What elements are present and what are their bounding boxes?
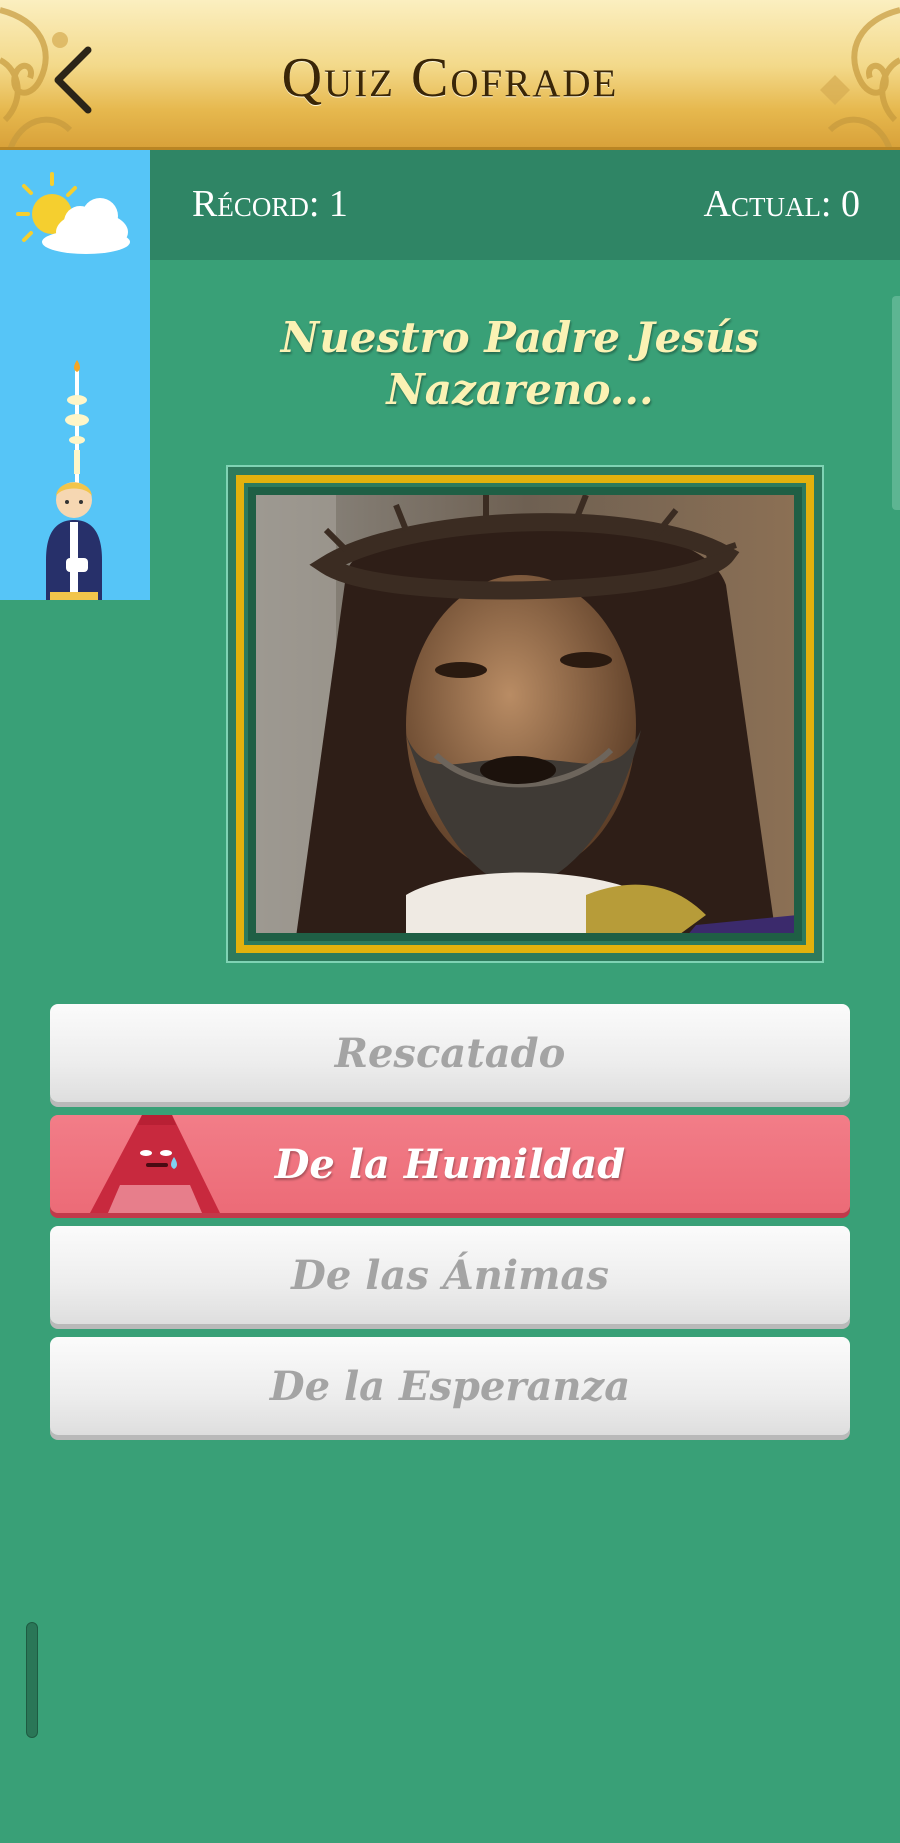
question-image	[256, 495, 794, 933]
nazareno-candle-icon	[46, 360, 102, 600]
scrollbar-right[interactable]	[892, 296, 900, 510]
answer-label: De la Esperanza	[269, 1362, 631, 1410]
score-bar: Récord: 1 Actual: 0	[150, 150, 900, 260]
current-score: Actual: 0	[703, 183, 861, 225]
answer-label: De las Ánimas	[291, 1251, 609, 1299]
side-illustration-panel	[0, 150, 150, 600]
question-line-1: Nuestro Padre Jesús	[280, 313, 760, 362]
answer-label: Rescatado	[334, 1029, 566, 1077]
sad-capirote-icon	[90, 1115, 220, 1213]
answer-option-3[interactable]: De las Ánimas	[50, 1226, 850, 1324]
question-text: Nuestro Padre Jesús Nazareno...	[180, 312, 860, 416]
scrollbar-left[interactable]	[26, 1622, 38, 1738]
sun-cloud-icon	[16, 172, 130, 254]
page-title: Quiz Cofrade	[281, 47, 619, 109]
answer-option-4[interactable]: De la Esperanza	[50, 1337, 850, 1435]
question-image-frame	[226, 465, 824, 963]
question-line-2: Nazareno...	[386, 365, 654, 414]
app-header: Quiz Cofrade	[0, 0, 900, 150]
answer-label: De la Humildad	[274, 1140, 626, 1188]
record-score: Récord: 1	[192, 183, 348, 225]
answer-option-1[interactable]: Rescatado	[50, 1004, 850, 1102]
answer-option-2[interactable]: De la Humildad	[50, 1115, 850, 1213]
